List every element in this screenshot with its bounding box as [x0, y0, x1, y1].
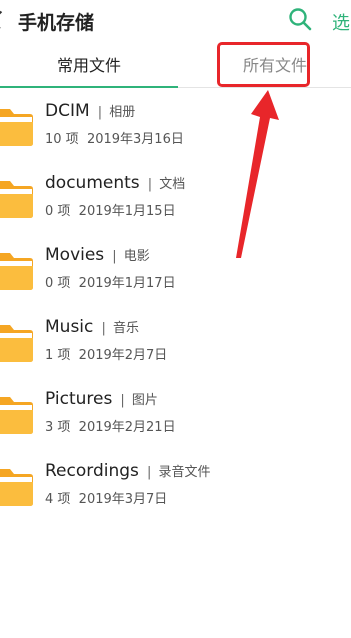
folder-alias: 录音文件 [158, 465, 211, 480]
folder-icon [0, 397, 33, 434]
item-count: 3 项 [45, 420, 71, 435]
name-separator: | [112, 249, 117, 264]
folder-name: Recordings [45, 461, 139, 481]
folder-name: Movies [45, 245, 105, 265]
name-separator: | [147, 177, 153, 192]
list-item[interactable]: Music | 音乐 1 项 2019年2月7日 [0, 304, 351, 376]
item-count: 4 项 [45, 492, 71, 507]
list-item[interactable]: Pictures | 图片 3 项 2019年2月21日 [0, 376, 351, 448]
header: 手机存储 选 [0, 0, 351, 42]
modified-date: 2019年3月7日 [78, 492, 168, 507]
folder-icon [0, 469, 33, 506]
name-separator: | [101, 321, 106, 336]
modified-date: 2019年1月15日 [78, 204, 176, 219]
list-item[interactable]: Movies | 电影 0 项 2019年1月17日 [0, 232, 351, 304]
search-button[interactable] [287, 6, 313, 32]
tab-common-files[interactable]: 常用文件 [0, 44, 178, 88]
item-count: 0 项 [45, 204, 71, 219]
page-title: 手机存储 [18, 12, 95, 34]
folder-list: DCIM | 相册 10 项 2019年3月16日 documents | 文档… [0, 88, 351, 520]
folder-icon [0, 253, 33, 290]
list-item[interactable]: DCIM | 相册 10 项 2019年3月16日 [0, 88, 351, 160]
name-separator: | [120, 393, 125, 408]
back-chevron-icon[interactable] [0, 10, 10, 30]
item-count: 0 项 [45, 276, 71, 291]
folder-name: DCIM [45, 101, 90, 121]
folder-icon [0, 325, 33, 362]
folder-alias: 电影 [123, 249, 150, 264]
folder-name: Music [45, 317, 94, 337]
name-separator: | [146, 465, 152, 480]
list-item[interactable]: documents | 文档 0 项 2019年1月15日 [0, 160, 351, 232]
folder-icon [0, 109, 33, 146]
folder-alias: 相册 [109, 105, 136, 120]
item-count: 10 项 [45, 132, 79, 147]
item-count: 1 项 [45, 348, 71, 363]
folder-alias: 音乐 [112, 321, 139, 336]
folder-alias: 文档 [159, 177, 186, 192]
annotation-highlight-box [217, 42, 310, 87]
search-icon [289, 8, 312, 31]
folder-name: Pictures [45, 389, 113, 409]
modified-date: 2019年1月17日 [78, 276, 176, 291]
name-separator: | [97, 105, 103, 120]
folder-icon [0, 181, 33, 218]
modified-date: 2019年2月21日 [78, 420, 176, 435]
folder-alias: 图片 [131, 393, 158, 408]
list-item[interactable]: Recordings | 录音文件 4 项 2019年3月7日 [0, 448, 351, 520]
select-button[interactable]: 选 [332, 9, 350, 35]
folder-name: documents [45, 173, 140, 193]
modified-date: 2019年3月16日 [86, 132, 184, 147]
modified-date: 2019年2月7日 [78, 348, 168, 363]
